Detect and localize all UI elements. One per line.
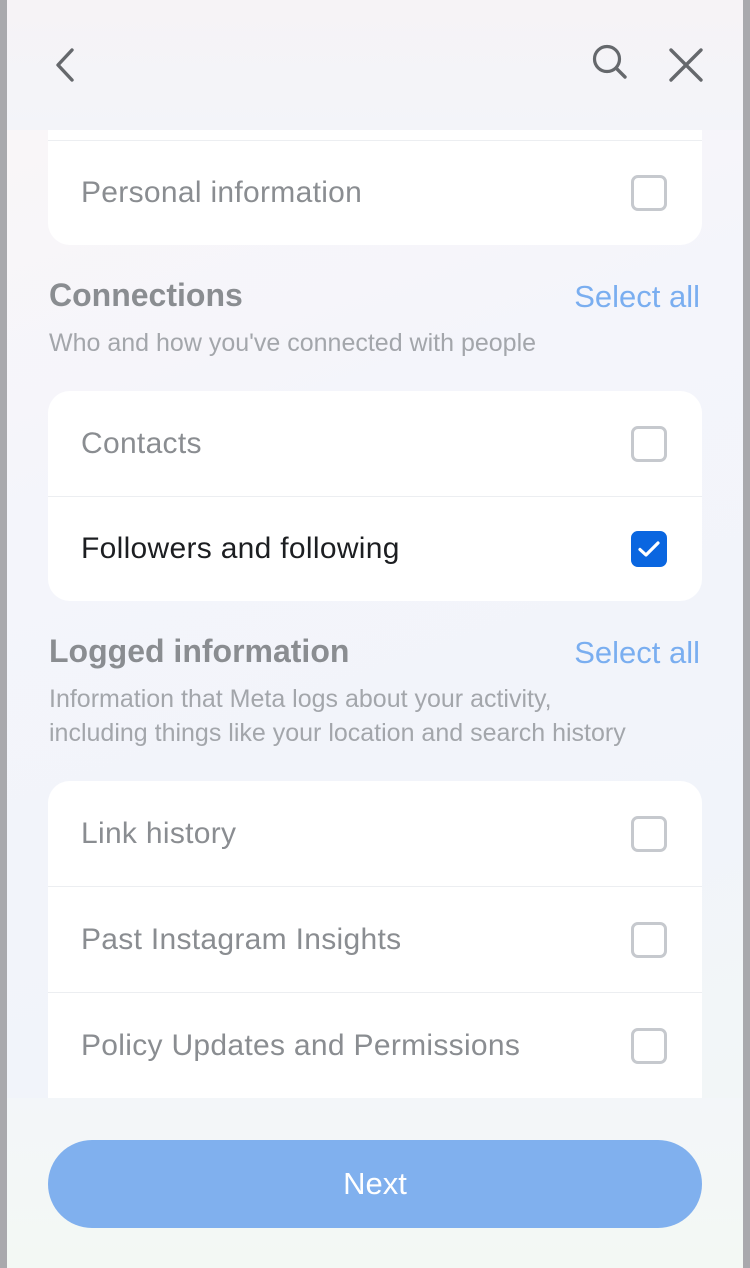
list-item-policy-updates-and-permissions[interactable]: Policy Updates and Permissions [48, 992, 702, 1098]
section-description-logged-information: Information that Meta logs about your ac… [49, 682, 729, 750]
checkbox-past-instagram-insights[interactable] [631, 921, 667, 958]
close-icon [669, 48, 703, 82]
list-item-past-instagram-insights[interactable]: Past Instagram Insights [48, 886, 702, 992]
checkbox-contacts[interactable] [631, 425, 667, 462]
list-item-label: Policy Updates and Permissions [81, 1028, 521, 1062]
screen: Personal information Connections Select … [7, 0, 743, 1268]
list-item-link-history[interactable]: Link history [48, 781, 702, 886]
logged-information-card: Link history Past Instagram Insights Pol… [48, 781, 702, 1121]
search-button[interactable] [585, 37, 635, 87]
search-icon [592, 44, 627, 79]
list-item-followers-and-following[interactable]: Followers and following [48, 496, 702, 601]
select-all-logged-information-link[interactable]: Select all [574, 635, 700, 671]
section-title-connections: Connections [49, 277, 243, 313]
device-edge-left [0, 0, 7, 1268]
list-item-label: Personal information [81, 176, 363, 209]
chevron-left-icon [56, 48, 74, 82]
close-button[interactable] [661, 40, 711, 90]
list-item-contacts[interactable]: Contacts [48, 391, 702, 496]
top-navigation-bar [7, 0, 743, 130]
checkmark-icon [638, 541, 660, 557]
app-frame: Personal information Connections Select … [0, 0, 750, 1268]
checkbox-policy-updates-and-permissions[interactable] [631, 1027, 667, 1064]
select-all-connections-link[interactable]: Select all [574, 279, 700, 315]
back-button[interactable] [40, 40, 90, 90]
scroll-content[interactable]: Personal information Connections Select … [7, 0, 743, 1268]
device-edge-right [743, 0, 750, 1268]
checkbox-followers-and-following[interactable] [631, 531, 667, 567]
section-title-logged-information: Logged information [49, 633, 350, 669]
list-item-label: Followers and following [81, 532, 400, 565]
checkbox-link-history[interactable] [631, 815, 667, 852]
checkbox-personal-information[interactable] [631, 175, 667, 211]
section-description-connections: Who and how you've connected with people [49, 329, 537, 357]
list-item-label: Link history [81, 816, 237, 850]
list-item-label: Past Instagram Insights [81, 922, 402, 956]
list-item-label: Contacts [81, 426, 202, 460]
description-line-2: including things like your location and … [49, 719, 626, 747]
next-button[interactable]: Next [48, 1140, 702, 1228]
connections-card: Contacts Followers and following [48, 391, 702, 601]
description-line-1: Information that Meta logs about your ac… [49, 685, 552, 713]
list-item-personal-information[interactable]: Personal information [48, 140, 702, 245]
